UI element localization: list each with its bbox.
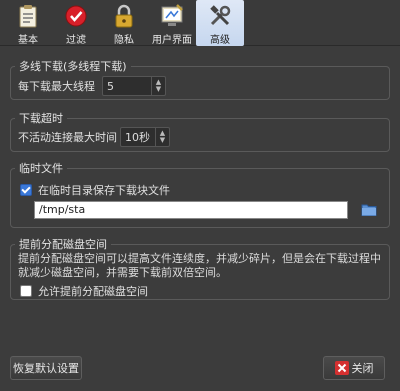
close-label: 关闭 (351, 362, 374, 375)
lock-icon (115, 4, 133, 28)
tab-label: 过滤 (66, 35, 86, 46)
close-button[interactable]: 关闭 (323, 356, 385, 380)
desktop-paint-icon (161, 4, 183, 26)
tab-basic[interactable]: 基本 (4, 0, 52, 46)
tab-advanced[interactable]: 高级 (196, 0, 244, 46)
tempfiles-checkbox[interactable] (20, 184, 32, 196)
tools-icon (210, 5, 231, 26)
tempfiles-checkbox-row[interactable]: 在临时目录保存下载块文件 (20, 182, 170, 198)
timeout-label: 不活动连接最大时间 (18, 131, 117, 144)
temp-path-input[interactable]: /tmp/sta (34, 201, 348, 219)
tab-label: 用户界面 (152, 35, 192, 46)
tempfiles-checkbox-label: 在临时目录保存下载块文件 (38, 184, 170, 197)
section-title: 临时文件 (19, 162, 63, 175)
prealloc-checkbox-row[interactable]: 允许提前分配磁盘空间 (20, 283, 148, 299)
timeout-value: 10秒 (125, 131, 150, 144)
restore-defaults-label: 恢复默认设置 (13, 362, 79, 375)
prealloc-checkbox-label: 允许提前分配磁盘空间 (38, 285, 148, 298)
max-threads-label: 每下载最大线程 (18, 80, 95, 93)
forbidden-icon (65, 5, 87, 27)
section-title: 提前分配磁盘空间 (19, 238, 107, 251)
max-threads-value: 5 (107, 79, 114, 93)
max-threads-row: 每下载最大线程 5 ▲ ▼ (18, 76, 166, 96)
tab-label: 高级 (210, 35, 230, 46)
prealloc-description: 提前分配磁盘空间可以提高文件连续度，并减少碎片，但是会在下载过程中就减少磁盘空间… (18, 252, 381, 279)
spinner-arrows-icon[interactable]: ▲ ▼ (151, 77, 165, 95)
prealloc-checkbox[interactable] (20, 285, 32, 297)
tab-privacy[interactable]: 隐私 (100, 0, 148, 46)
preferences-toolbar: 基本 过滤 隐私 用户界面 高级 (0, 0, 400, 46)
section-title: 下载超时 (19, 112, 63, 125)
tab-interface[interactable]: 用户界面 (148, 0, 196, 46)
clipboard-icon (19, 5, 37, 28)
tab-label: 基本 (18, 35, 38, 46)
max-threads-spinner[interactable]: 5 ▲ ▼ (102, 76, 166, 96)
restore-defaults-button[interactable]: 恢复默认设置 (10, 356, 82, 380)
spinner-arrows-icon[interactable]: ▲ ▼ (155, 128, 169, 146)
tab-label: 隐私 (114, 35, 134, 46)
timeout-row: 不活动连接最大时间 10秒 ▲ ▼ (18, 127, 170, 147)
close-icon (334, 361, 349, 375)
timeout-spinner[interactable]: 10秒 ▲ ▼ (120, 127, 170, 147)
tab-filter[interactable]: 过滤 (52, 0, 100, 46)
section-title: 多线下载(多线程下载) (19, 60, 127, 73)
folder-icon[interactable] (361, 203, 377, 217)
